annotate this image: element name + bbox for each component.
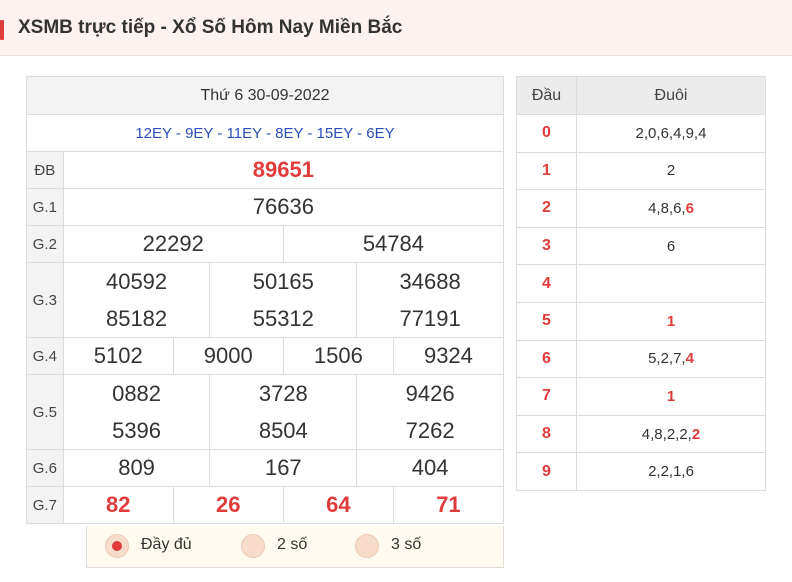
prize-g3-cell: 40592 85182 [62, 262, 211, 338]
prize-g2: 54784 [282, 225, 505, 263]
head-digit: 2 [516, 189, 577, 228]
prize-g3: 77191 [399, 306, 461, 331]
col-head-header: Đầu [516, 76, 577, 115]
prize-label-g1: G.1 [26, 188, 64, 226]
prize-g7: 82 [62, 486, 174, 524]
tail-digit-highlight: 1 [666, 387, 676, 405]
table-row: 2 4,8,6,6 [516, 189, 766, 228]
table-row: 0 2,0,6,4,9,4 [516, 114, 766, 153]
prize-g7: 71 [392, 486, 505, 524]
prize-g2: 22292 [62, 225, 284, 263]
special-prize: 89651 [62, 151, 505, 189]
prize-g6: 809 [62, 449, 211, 487]
prize-label-g4: G.4 [26, 337, 64, 375]
prize-g3: 40592 [105, 269, 168, 294]
tail-digits: 2 [576, 151, 766, 191]
prize-g4: 5102 [62, 337, 174, 375]
draw-date: Thứ 6 30-09-2022 [26, 76, 504, 115]
results-table: Thứ 6 30-09-2022 12EY - 9EY - 11EY - 8EY… [26, 76, 505, 524]
prize-g5-cell: 0882 5396 [62, 374, 211, 450]
tail-digit-highlight: 1 [666, 312, 676, 330]
prize-g5: 8504 [258, 418, 308, 443]
page-header: XSMB trực tiếp - Xổ Số Hôm Nay Miền Bắc [0, 0, 792, 56]
prize-label-g6: G.6 [26, 449, 64, 487]
radio-icon[interactable] [355, 534, 379, 558]
head-digit: 0 [516, 114, 577, 153]
prize-g3: 34688 [399, 269, 461, 294]
tail-digit-highlight: 6 [685, 199, 694, 217]
radio-selected-icon[interactable] [105, 534, 129, 558]
head-digit: 5 [516, 301, 577, 341]
option-full-label: Đầy đủ [141, 536, 192, 553]
table-row: 9 2,2,1,6 [516, 452, 766, 491]
prize-g5: 3728 [258, 381, 308, 406]
prize-g5: 5396 [112, 418, 162, 443]
prize-g5: 7262 [405, 418, 455, 443]
tail-digits-text: 2 [666, 162, 676, 180]
tail-digit-highlight: 4 [685, 350, 694, 368]
prize-label-g2: G.2 [26, 225, 64, 263]
prize-g6: 167 [209, 449, 358, 487]
tail-digits-text: 5,2,7, [648, 350, 686, 368]
tail-digits [576, 264, 766, 303]
tail-digits: 2,2,1,6 [576, 452, 766, 491]
table-row: 36 [516, 226, 766, 266]
prize-g5-cell: 9426 7262 [356, 374, 504, 450]
table-row: 6 5,2,7,4 [516, 339, 766, 379]
table-row: 12 [516, 151, 766, 191]
tail-digits-text: 4,8,6, [648, 199, 686, 217]
tail-digits-text: 2,0,6,4,9,4 [635, 124, 707, 142]
prize-g5-cell: 3728 8504 [209, 374, 358, 450]
prize-label-db: ĐB [26, 151, 64, 189]
prize-g7: 64 [282, 486, 394, 524]
tail-digits: 6 [576, 226, 766, 266]
head-digit: 9 [516, 452, 577, 491]
option-2-digits-label: 2 số [277, 536, 308, 553]
prize-g3-cell: 50165 55312 [209, 262, 358, 338]
head-tail-table: Đầu Đuôi 0 2,0,6,4,9,4 1 2 2 4,8,6,6 3 6 4 5 1 6 5,2… [516, 76, 766, 491]
tail-digits: 1 [576, 301, 766, 341]
prize-g4: 9324 [392, 337, 505, 375]
page-title: XSMB trực tiếp - Xổ Số Hôm Nay Miền Bắc [18, 17, 403, 38]
table-row: 51 [516, 301, 766, 341]
prize-label-g5: G.5 [26, 374, 64, 450]
head-digit: 8 [516, 414, 577, 454]
head-digit: 1 [516, 151, 577, 191]
draw-codes: 12EY - 9EY - 11EY - 8EY - 15EY - 6EY [26, 114, 504, 152]
head-digit: 6 [516, 339, 577, 379]
option-3-digits-label: 3 số [391, 536, 422, 553]
prize-g4: 1506 [282, 337, 394, 375]
prize-g3: 55312 [252, 306, 314, 331]
prize-g7: 26 [172, 486, 284, 524]
tail-digits: 5,2,7,4 [576, 339, 766, 379]
prize-label-g7: G.7 [26, 486, 64, 524]
prize-g5: 0882 [112, 381, 162, 406]
tail-digits: 4,8,6,6 [576, 189, 766, 228]
table-row: 8 4,8,2,2,2 [516, 414, 766, 454]
prize-g3: 50165 [252, 269, 314, 294]
prize-g5: 9426 [405, 381, 455, 406]
prize-g4: 9000 [172, 337, 284, 375]
tail-digits: 2,0,6,4,9,4 [576, 114, 766, 153]
prize-g1: 76636 [62, 188, 505, 226]
prize-g3: 85182 [105, 306, 168, 331]
display-options: Đầy đủ 2 số 3 số [86, 526, 504, 568]
tail-digit-highlight: 2 [691, 425, 701, 443]
tail-digits-text: 2,2,1,6 [648, 463, 694, 481]
table-row: 4 [516, 264, 766, 303]
head-digit: 3 [516, 226, 577, 266]
tail-digits-text: 4,8,2,2, [641, 425, 692, 443]
tail-digits: 1 [576, 377, 766, 416]
tail-digits: 4,8,2,2,2 [576, 414, 766, 454]
header-accent-bar [0, 20, 4, 40]
table-row: 71 [516, 377, 766, 416]
col-tail-header: Đuôi [576, 76, 766, 115]
tail-digits-text: 6 [666, 237, 676, 255]
prize-g3-cell: 34688 77191 [356, 262, 504, 338]
radio-icon[interactable] [241, 534, 265, 558]
head-digit: 7 [516, 377, 577, 416]
prize-label-g3: G.3 [26, 262, 64, 338]
prize-g6: 404 [356, 449, 504, 487]
head-digit: 4 [516, 264, 577, 303]
